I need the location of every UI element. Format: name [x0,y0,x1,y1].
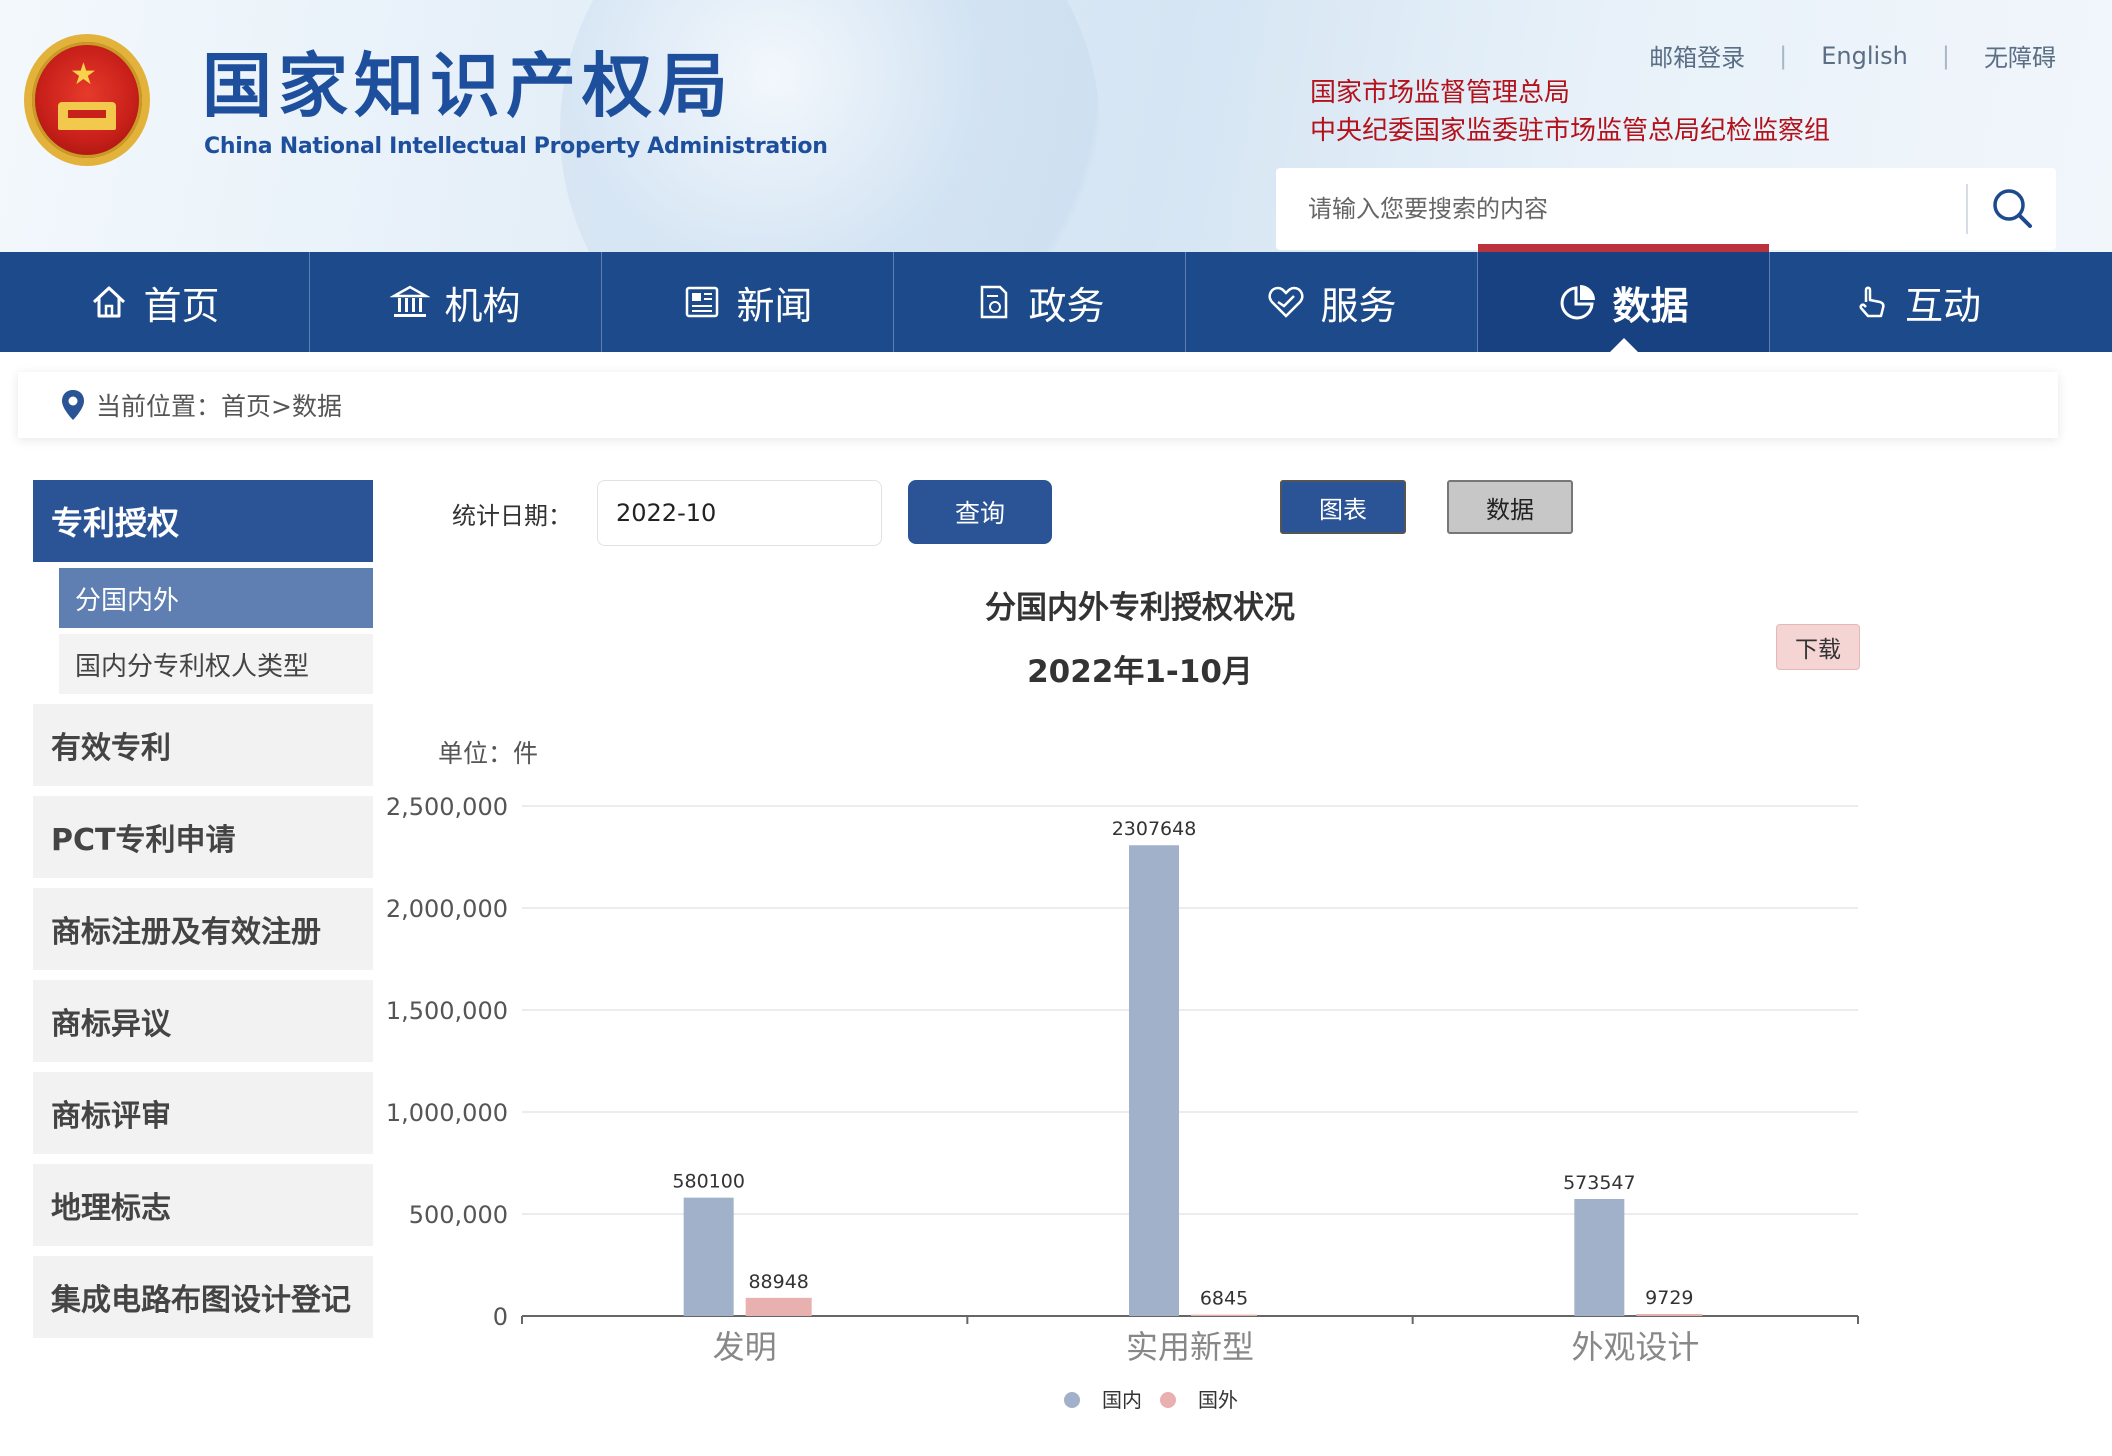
data-label: 580100 [672,1171,745,1193]
nav-label: 数据 [1612,283,1689,328]
sidebar-item-geographical-indication[interactable]: 地理标志 [33,1164,373,1246]
patent-grant-bar-chart: 0 500,000 1,000,000 1,500,000 2,000,000 2,500… [386,793,1859,1412]
accessibility-link[interactable]: 无障碍 [1984,38,2056,73]
x-category-label: 实用新型 [1126,1328,1254,1366]
divider: | [1941,41,1950,70]
chart-title: 分国内外专利授权状况 [985,590,1295,626]
y-tick-label: 0 [493,1303,508,1331]
home-icon [93,286,126,318]
top-utility-nav: 邮箱登录 | English | 无障碍 [1649,38,2056,73]
y-tick-label: 2,500,000 [386,793,508,821]
location-pin-icon [62,390,84,420]
affiliate-links: 国家市场监督管理总局 中央纪委国家监委驻市场监管总局纪检监察组 [1310,74,1830,150]
nav-label: 互动 [1904,283,1981,328]
download-button[interactable]: 下载 [1776,624,1860,670]
nav-data[interactable]: 数据 [1478,244,1770,352]
data-label: 2307648 [1112,818,1197,840]
data-label: 88948 [748,1271,808,1293]
legend-marker [1064,1392,1080,1408]
mail-login-link[interactable]: 邮箱登录 [1649,38,1745,73]
bar-domestic [683,1197,734,1316]
sidebar-item-pct[interactable]: PCT专利申请 [33,796,373,878]
sidebar-subitem-patentee-type[interactable]: 国内分专利权人类型 [59,634,373,694]
x-category-label: 外观设计 [1571,1328,1699,1366]
chart-subtitle: 2022年1-10月 [1027,654,1253,690]
sidebar-item-patent-grant[interactable]: 专利授权 [33,480,373,562]
nav-label: 机构 [444,283,521,328]
news-icon [686,286,719,318]
nav-government[interactable]: 政务 [894,252,1186,352]
sidebar-item-trademark-registration[interactable]: 商标注册及有效注册 [33,888,373,970]
government-icon [981,285,1008,319]
data-view-button[interactable]: 数据 [1447,480,1573,534]
star-icon: ★ [70,57,97,92]
query-button[interactable]: 查询 [908,480,1052,544]
site-logo-en: China National Intellectual Property Adm… [204,134,828,159]
y-tick-label: 500,000 [409,1201,508,1229]
unit-label: 单位：件 [438,739,539,768]
site-header: ★ 国家知识产权局 China National Intellectual Pr… [0,0,2112,252]
sidebar-item-ic-layout[interactable]: 集成电路布图设计登记 [33,1256,373,1338]
nav-news[interactable]: 新闻 [602,252,894,352]
x-category-label: 发明 [713,1328,777,1366]
sidebar: 专利授权 分国内外 国内分专利权人类型 有效专利 PCT专利申请 商标注册及有效… [33,480,373,1338]
legend-label: 国内 [1102,1388,1142,1412]
national-emblem-logo[interactable]: ★ [24,34,150,166]
sidebar-item-valid-patents[interactable]: 有效专利 [33,704,373,786]
search-icon[interactable] [1990,186,2036,232]
service-icon [1269,286,1304,318]
legend-label: 国外 [1198,1388,1238,1412]
legend-marker [1160,1392,1176,1408]
sidebar-item-trademark-opposition[interactable]: 商标异议 [33,980,373,1062]
nav-label: 新闻 [736,283,813,328]
date-input[interactable] [597,480,882,546]
data-label: 573547 [1563,1172,1636,1194]
institution-icon [390,285,431,317]
nav-interaction[interactable]: 互动 [1770,252,2062,352]
divider [1966,184,1968,234]
sidebar-subitem-domestic-foreign[interactable]: 分国内外 [59,568,373,628]
y-tick-label: 1,500,000 [386,997,508,1025]
search-box [1276,168,2056,250]
english-link[interactable]: English [1821,42,1908,70]
nav-home[interactable]: 首页 [0,252,310,352]
bar-foreign [745,1297,812,1316]
chart-view-button[interactable]: 图表 [1280,480,1406,534]
bar-foreign [1636,1314,1703,1316]
nav-institution[interactable]: 机构 [310,252,602,352]
samr-link[interactable]: 国家市场监督管理总局 [1310,74,1830,112]
interaction-icon [1859,286,1885,318]
bar-domestic [1574,1198,1625,1316]
data-label: 9729 [1645,1287,1693,1309]
nav-service[interactable]: 服务 [1186,252,1478,352]
search-input[interactable] [1308,190,1948,228]
y-tick-label: 2,000,000 [386,895,508,923]
y-tick-label: 1,000,000 [386,1099,508,1127]
nav-label: 政务 [1028,283,1105,328]
data-icon [1561,285,1596,320]
discipline-inspection-link[interactable]: 中央纪委国家监委驻市场监管总局纪检监察组 [1310,112,1830,150]
nav-label: 首页 [143,283,220,328]
breadcrumb: 当前位置：首页>数据 [18,372,2058,438]
date-label: 统计日期： [452,502,572,530]
sidebar-item-trademark-review[interactable]: 商标评审 [33,1072,373,1154]
site-logo-cn[interactable]: 国家知识产权局 [202,46,734,126]
breadcrumb-text[interactable]: 当前位置：首页>数据 [96,387,342,423]
nav-label: 服务 [1320,283,1397,328]
tiananmen-icon [58,102,116,130]
main-nav: 首页 机构 新闻 政务 服务 数据 互动 [0,244,2112,352]
divider: | [1779,41,1788,70]
data-label: 6845 [1200,1288,1248,1310]
bar-domestic [1129,845,1179,1316]
bar-foreign [1191,1314,1257,1316]
